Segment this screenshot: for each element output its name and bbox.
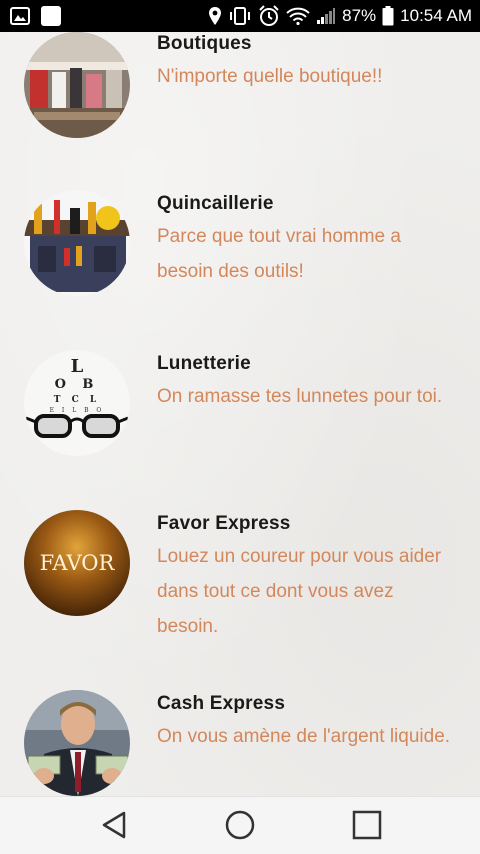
alarm-icon <box>258 5 280 27</box>
recents-button[interactable] <box>347 807 387 847</box>
item-description: On vous amène de l'argent liquide. <box>157 726 451 747</box>
status-left <box>10 5 62 27</box>
favor-logo-text: FAVOR <box>40 551 116 575</box>
wifi-icon <box>286 7 310 25</box>
back-triangle-icon <box>100 810 128 845</box>
item-description: Louez un coureur pour vous aider dans to… <box>157 546 442 637</box>
item-title: Quincaillerie <box>157 193 274 214</box>
eye-chart-glasses-image: L O B T C L E I L B O <box>24 350 130 456</box>
clock: 10:54 AM <box>400 6 472 25</box>
back-button[interactable] <box>94 807 134 847</box>
eye-chart-line-3: T C L <box>54 395 100 405</box>
item-title: Lunetterie <box>157 353 251 374</box>
image-icon <box>10 7 30 25</box>
signal-icon <box>316 7 336 25</box>
home-button[interactable] <box>220 807 260 847</box>
location-icon <box>208 6 222 26</box>
eye-chart-line-2: O B <box>55 377 100 392</box>
man-with-cash-image <box>24 690 130 796</box>
item-title: Cash Express <box>157 693 286 714</box>
item-description: N'importe quelle boutique!! <box>157 66 383 87</box>
item-title: Boutiques <box>157 33 252 54</box>
square-icon <box>40 5 62 27</box>
eye-chart-line-4: E I L B O <box>50 407 105 414</box>
recents-square-icon <box>352 810 382 845</box>
item-description: On ramasse tes lunnetes pour toi. <box>157 386 443 407</box>
tool-belt-image <box>24 190 130 296</box>
navigation-bar <box>0 796 480 854</box>
item-title: Favor Express <box>157 513 291 534</box>
home-circle-icon <box>225 810 255 845</box>
favor-logo-image: FAVOR <box>24 510 130 616</box>
battery-percent: 87% <box>342 6 377 25</box>
status-right: 87% 10:54 AM <box>208 5 472 27</box>
battery-icon <box>382 6 394 26</box>
shop-list[interactable]: Boutiques N'importe quelle boutique!! Qu… <box>0 32 480 796</box>
vibrate-icon <box>228 6 252 26</box>
eye-chart-line-1: L <box>71 356 84 377</box>
item-description: Parce que tout vrai homme a besoin des o… <box>157 226 401 282</box>
status-bar: 87% 10:54 AM <box>0 0 480 32</box>
clothing-store-image <box>24 32 130 138</box>
